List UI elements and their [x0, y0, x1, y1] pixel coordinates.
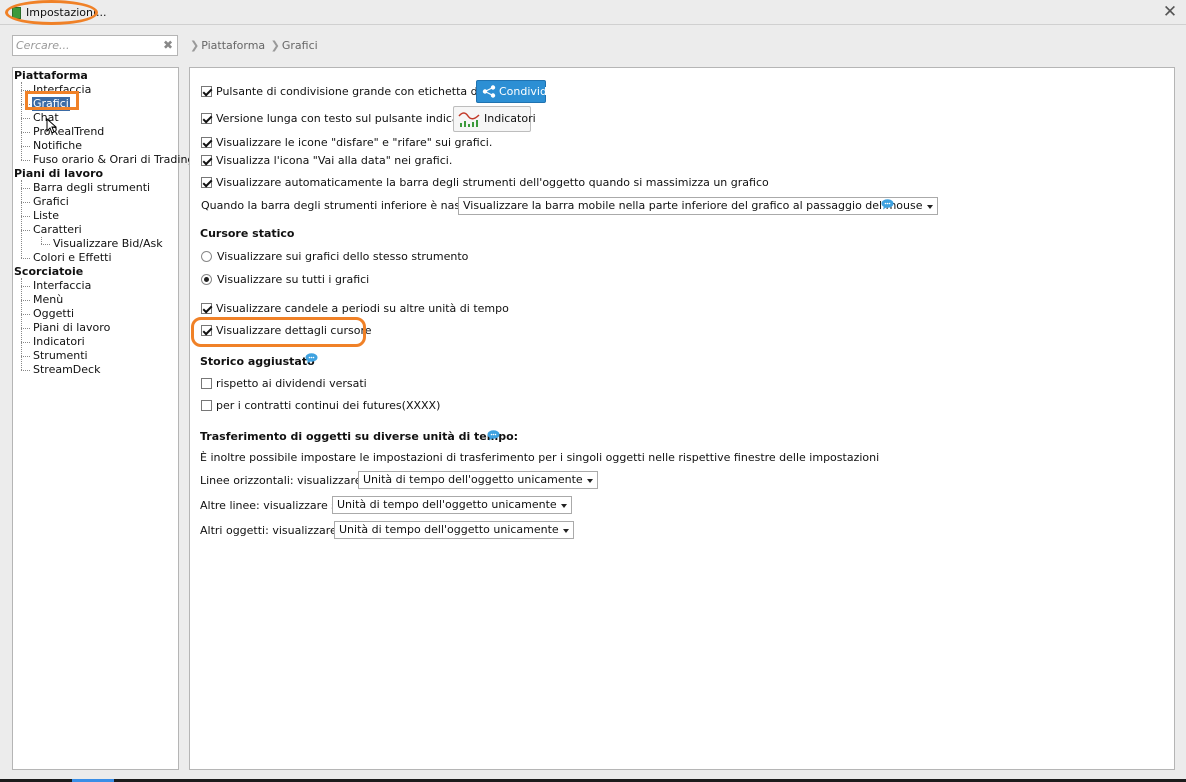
- auto-toolbar-checkbox[interactable]: [201, 177, 212, 188]
- breadcrumb: ❯ Piattaforma ❯ Grafici: [188, 39, 318, 52]
- other-lines-select[interactable]: Unità di tempo dell'oggetto unicamente: [332, 496, 572, 514]
- other-objects-value: Unità di tempo dell'oggetto unicamente: [339, 523, 559, 536]
- tree-item-oggetti[interactable]: Oggetti: [33, 307, 74, 321]
- chevron-down-icon: [560, 504, 567, 508]
- tree-item-indicatori[interactable]: Indicatori: [33, 335, 85, 349]
- candles-label: Visualizzare candele a periodi su altre …: [216, 302, 509, 315]
- other-objects-label: Altri oggetti: visualizzare in: [200, 524, 351, 537]
- long-version-label: Versione lunga con testo sul pulsante in…: [216, 112, 481, 125]
- tree-item-interfaccia[interactable]: Interfaccia: [33, 279, 91, 293]
- radio-same-instrument[interactable]: [201, 251, 212, 262]
- goto-date-checkbox[interactable]: [201, 155, 212, 166]
- breadcrumb-chevron-icon: ❯: [190, 39, 200, 52]
- auto-toolbar-label: Visualizzare automaticamente la barra de…: [216, 176, 769, 189]
- goto-date-label: Visualizza l'icona "Vai alla data" nei g…: [216, 154, 453, 167]
- search-input[interactable]: [13, 36, 153, 55]
- undo-redo-checkbox[interactable]: [201, 137, 212, 148]
- tree-group-piani-di-lavoro[interactable]: Piani di lavoro: [14, 167, 103, 181]
- chevron-down-icon: [586, 479, 593, 483]
- highlight-ring-grafici: [25, 91, 79, 110]
- indicators-button[interactable]: Indicatori: [453, 106, 536, 132]
- dividends-label: rispetto ai dividendi versati: [216, 377, 367, 390]
- tree-item-liste[interactable]: Liste: [33, 209, 59, 223]
- tree-group-scorciatoie[interactable]: Scorciatoie: [14, 265, 83, 279]
- title-bar: Impostazioni... ✕: [0, 0, 1186, 25]
- share-button[interactable]: Condividi: [476, 80, 550, 103]
- tree-item-prorealtrend[interactable]: ProRealTrend: [33, 125, 104, 139]
- hidden-toolbar-select[interactable]: Visualizzare la barra mobile nella parte…: [458, 197, 938, 215]
- candles-checkbox[interactable]: [201, 303, 212, 314]
- breadcrumb-item[interactable]: Grafici: [282, 39, 318, 52]
- tree-item-caratteri[interactable]: Caratteri: [33, 223, 82, 237]
- long-version-checkbox[interactable]: [201, 113, 212, 124]
- history-heading: Storico aggiustato: [200, 355, 315, 368]
- tree-item-bid-ask[interactable]: Visualizzare Bid/Ask: [53, 237, 163, 251]
- share-icon: [482, 85, 496, 98]
- other-lines-label: Altre linee: visualizzare su: [200, 499, 344, 512]
- tree-item-streamdeck[interactable]: StreamDeck: [33, 363, 100, 377]
- tree-item-menu[interactable]: Menù: [33, 293, 63, 307]
- highlight-ring-cursor-details: [191, 317, 366, 347]
- tree-item-barra-strumenti[interactable]: Barra degli strumenti: [33, 181, 150, 195]
- close-icon[interactable]: ✕: [1160, 2, 1180, 22]
- hidden-toolbar-value: Visualizzare la barra mobile nella parte…: [463, 199, 923, 212]
- futures-label: per i contratti continui dei futures(XXX…: [216, 399, 441, 412]
- tree-item-fuso-orario[interactable]: Fuso orario & Orari di Trading: [33, 153, 194, 167]
- mouse-pointer-icon: [46, 118, 57, 134]
- tree-item-grafici[interactable]: Grafici: [33, 195, 69, 209]
- other-objects-select[interactable]: Unità di tempo dell'oggetto unicamente: [334, 521, 574, 539]
- undo-redo-label: Visualizzare le icone "disfare" e "rifar…: [216, 136, 493, 149]
- settings-panel: Pulsante di condivisione grande con etic…: [189, 67, 1175, 770]
- tree-item-strumenti[interactable]: Strumenti: [33, 349, 88, 363]
- indicators-button-text: Indicatori: [484, 112, 536, 125]
- hidden-toolbar-label: Quando la barra degli strumenti inferior…: [201, 199, 494, 212]
- futures-checkbox[interactable]: [201, 400, 212, 411]
- horiz-lines-select[interactable]: Unità di tempo dell'oggetto unicamente: [358, 471, 598, 489]
- radio-same-label: Visualizzare sui grafici dello stesso st…: [217, 250, 469, 263]
- radio-all-label: Visualizzare su tutti i grafici: [217, 273, 370, 286]
- horiz-lines-label: Linee orizzontali: visualizzare in: [200, 474, 376, 487]
- share-button-text: Condividi: [499, 85, 551, 98]
- chevron-down-icon: [562, 529, 569, 533]
- search-box[interactable]: ✖: [12, 35, 178, 56]
- info-bubble-icon[interactable]: [881, 199, 894, 210]
- transfer-heading: Trasferimento di oggetti su diverse unit…: [200, 430, 519, 443]
- static-cursor-heading: Cursore statico: [200, 227, 295, 240]
- settings-tree: Piattaforma Interfaccia Grafici Chat Pro…: [12, 67, 194, 770]
- info-bubble-icon[interactable]: [305, 353, 318, 364]
- radio-all-charts[interactable]: [201, 274, 212, 285]
- indicator-chart-icon: [458, 112, 480, 127]
- dividends-checkbox[interactable]: [201, 378, 212, 389]
- tree-item-piani-di-lavoro[interactable]: Piani di lavoro: [33, 321, 110, 335]
- highlight-ring-title: [5, 0, 98, 25]
- share-button-label: Pulsante di condivisione grande con etic…: [216, 85, 513, 98]
- tree-group-piattaforma[interactable]: Piattaforma: [14, 69, 88, 83]
- tree-item-colori-effetti[interactable]: Colori e Effetti: [33, 251, 112, 265]
- info-bubble-icon[interactable]: [487, 430, 500, 441]
- breadcrumb-item[interactable]: Piattaforma: [201, 39, 265, 52]
- share-button-checkbox[interactable]: [201, 86, 212, 97]
- transfer-note: È inoltre possibile impostare le imposta…: [200, 451, 880, 464]
- horiz-lines-value: Unità di tempo dell'oggetto unicamente: [363, 473, 583, 486]
- other-lines-value: Unità di tempo dell'oggetto unicamente: [337, 498, 557, 511]
- tree-item-notifiche[interactable]: Notifiche: [33, 139, 82, 153]
- breadcrumb-chevron-icon: ❯: [270, 39, 280, 52]
- clear-search-icon[interactable]: ✖: [163, 38, 173, 52]
- chevron-down-icon: [926, 205, 933, 209]
